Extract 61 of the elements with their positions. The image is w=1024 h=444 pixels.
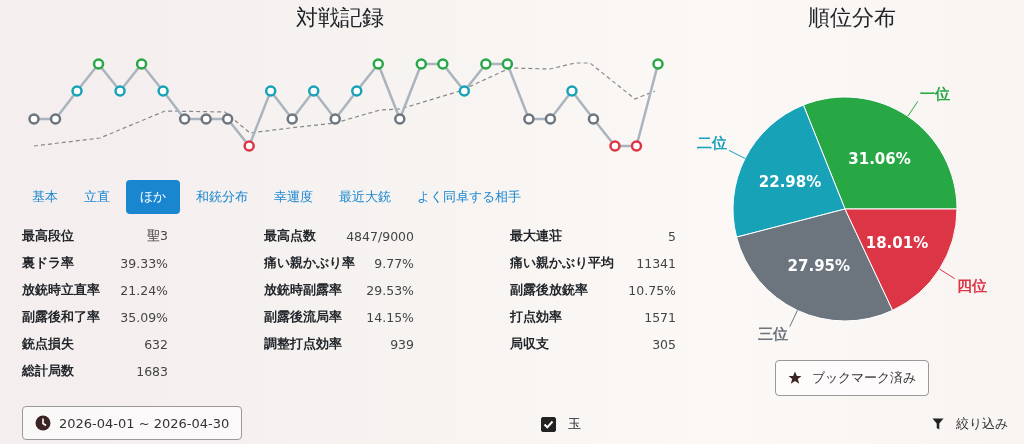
stat-value: 聖3 [147, 228, 168, 245]
tab[interactable]: 幸運度 [264, 180, 323, 214]
slice-value: 22.98% [758, 173, 822, 192]
leader-line [939, 268, 956, 280]
filter-button[interactable]: 絞り込み [926, 414, 1014, 434]
stat-value: 21.24% [120, 283, 168, 298]
chart-title: 順位分布 [808, 4, 896, 32]
stat-value: 35.09% [120, 310, 168, 325]
stat-value: 305 [652, 337, 676, 352]
bookmark-button[interactable]: ブックマーク済み [775, 360, 929, 396]
slice-value: 27.95% [787, 256, 851, 275]
date-range-button[interactable]: 2026-04-01 ~ 2026-04-30 [22, 406, 243, 440]
slice-value: 18.01% [865, 234, 929, 252]
slice-value: 31.06% [848, 150, 911, 168]
stat-label: 打点効率 [510, 309, 562, 326]
stat-value: 4847/9000 [346, 229, 414, 244]
stat-value: 11341 [636, 256, 676, 271]
stat-label: 痛い親かぶり平均 [510, 255, 614, 272]
stat-label: 放銃時立直率 [22, 282, 100, 299]
stat-value: 10.75% [628, 283, 676, 298]
stat-value: 1683 [136, 364, 168, 379]
tab[interactable]: ほか [126, 180, 180, 214]
stat-value: 9.77% [374, 256, 414, 271]
clock-icon [35, 415, 51, 431]
tab[interactable]: 和銃分布 [186, 180, 258, 214]
stat-value: 39.33% [120, 256, 168, 271]
stat-label: 副露後和了率 [22, 309, 100, 326]
stat-value: 1571 [644, 310, 676, 325]
tab[interactable]: 立直 [74, 180, 120, 214]
stat-value: 939 [390, 337, 414, 352]
stat-label: 局収支 [510, 336, 549, 353]
stat-label: 最高段位 [22, 228, 74, 245]
tab[interactable]: 基本 [22, 180, 68, 214]
stat-label: 総計局数 [22, 363, 74, 380]
stat-label: 最大連荘 [510, 228, 562, 245]
tab[interactable]: 最近大銃 [329, 180, 401, 214]
stat-label: 裏ドラ率 [22, 255, 74, 272]
stat-label: 放銃時副露率 [264, 282, 342, 299]
stat-value: 29.53% [366, 283, 414, 298]
stat-label: 最高点数 [264, 228, 316, 245]
slice-label: 一位 [919, 85, 950, 104]
leader-line [907, 100, 919, 117]
stat-label: 痛い親かぶり率 [264, 255, 355, 272]
stat-label: 副露後流局率 [264, 309, 342, 326]
stat-label: 銃点損失 [22, 336, 74, 353]
funnel-icon [932, 418, 944, 430]
star-icon [788, 371, 802, 385]
stat-value: 14.15% [366, 310, 414, 325]
stat-value: 632 [144, 337, 168, 352]
checkbox-label: 玉 [568, 415, 581, 433]
slice-label: 四位 [956, 276, 987, 295]
checkbox[interactable] [541, 416, 556, 432]
leader-line [728, 149, 746, 159]
tab[interactable]: よく同卓する相手 [407, 180, 531, 214]
chart-title: 対戦記録 [296, 4, 384, 32]
slice-label: 二位 [697, 134, 727, 153]
slice-label: 三位 [757, 324, 788, 343]
stat-label: 副露後放銃率 [510, 282, 588, 299]
stat-label: 調整打点効率 [264, 336, 342, 353]
leader-line [789, 309, 798, 328]
stat-value: 5 [668, 229, 676, 244]
